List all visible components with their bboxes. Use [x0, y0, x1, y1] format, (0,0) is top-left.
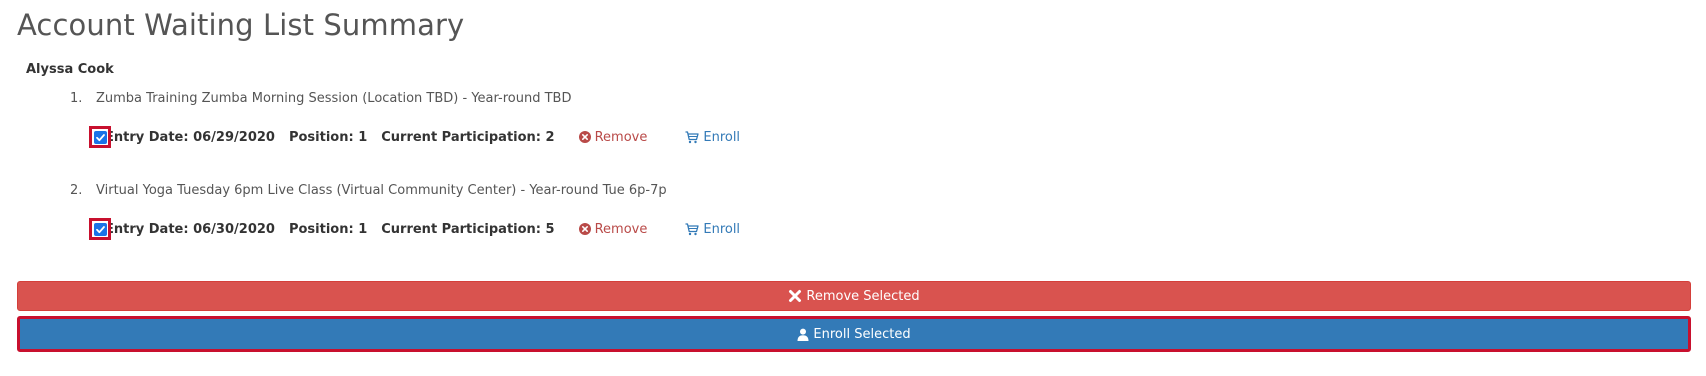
entry-title-text: Virtual Yoga Tuesday 6pm Live Class (Vir… — [96, 183, 667, 198]
entry-details: Entry Date: 06/29/2020 Position: 1 Current… — [105, 130, 555, 145]
position-label: Position: — [288, 129, 354, 145]
remove-link[interactable]: Remove — [578, 221, 648, 237]
remove-label: Remove — [594, 221, 648, 237]
remove-link[interactable]: Remove — [578, 129, 648, 145]
checkbox-checked-icon — [93, 130, 107, 144]
select-checkbox[interactable] — [89, 218, 111, 240]
enroll-selected-label: Enroll Selected — [813, 326, 911, 342]
checkbox-checked-icon — [93, 222, 107, 236]
list-item-details: Entry Date: 06/29/2020 Position: 1 Current… — [89, 124, 740, 150]
position-value: 1 — [358, 221, 368, 237]
list-item-number: 2. — [70, 183, 83, 198]
close-icon — [788, 289, 802, 303]
list-item-title: 1. Zumba Training Zumba Morning Session (… — [70, 91, 571, 106]
enroll-selected-button[interactable]: Enroll Selected — [17, 316, 1691, 352]
enroll-link[interactable]: Enroll — [685, 130, 740, 145]
position-value: 1 — [358, 129, 368, 145]
entry-date-value: 06/30/2020 — [193, 221, 275, 237]
enroll-label: Enroll — [703, 221, 741, 237]
list-item-details: Entry Date: 06/30/2020 Position: 1 Current… — [89, 216, 740, 242]
participation-value: 5 — [545, 221, 555, 237]
remove-selected-button[interactable]: Remove Selected — [17, 281, 1691, 311]
remove-label: Remove — [594, 129, 648, 145]
select-checkbox[interactable] — [89, 126, 111, 148]
times-circle-icon — [578, 223, 591, 235]
participation-value: 2 — [545, 129, 555, 145]
times-circle-icon — [578, 131, 591, 143]
remove-selected-label: Remove Selected — [806, 288, 920, 304]
entry-details: Entry Date: 06/30/2020 Position: 1 Current… — [105, 222, 555, 237]
list-item-number: 1. — [70, 91, 83, 106]
list-item-title: 2. Virtual Yoga Tuesday 6pm Live Class (V… — [70, 183, 667, 198]
user-icon — [797, 328, 809, 341]
participation-label: Current Participation: — [381, 221, 542, 237]
enroll-label: Enroll — [703, 129, 741, 145]
enroll-link[interactable]: Enroll — [685, 222, 740, 237]
participation-label: Current Participation: — [381, 129, 542, 145]
cart-icon — [685, 130, 700, 144]
entry-date-label: Entry Date: — [105, 129, 189, 145]
entry-date-label: Entry Date: — [105, 221, 189, 237]
cart-icon — [685, 222, 700, 236]
position-label: Position: — [288, 221, 354, 237]
entry-title-text: Zumba Training Zumba Morning Session (Lo… — [96, 91, 572, 106]
entry-date-value: 06/29/2020 — [193, 129, 275, 145]
